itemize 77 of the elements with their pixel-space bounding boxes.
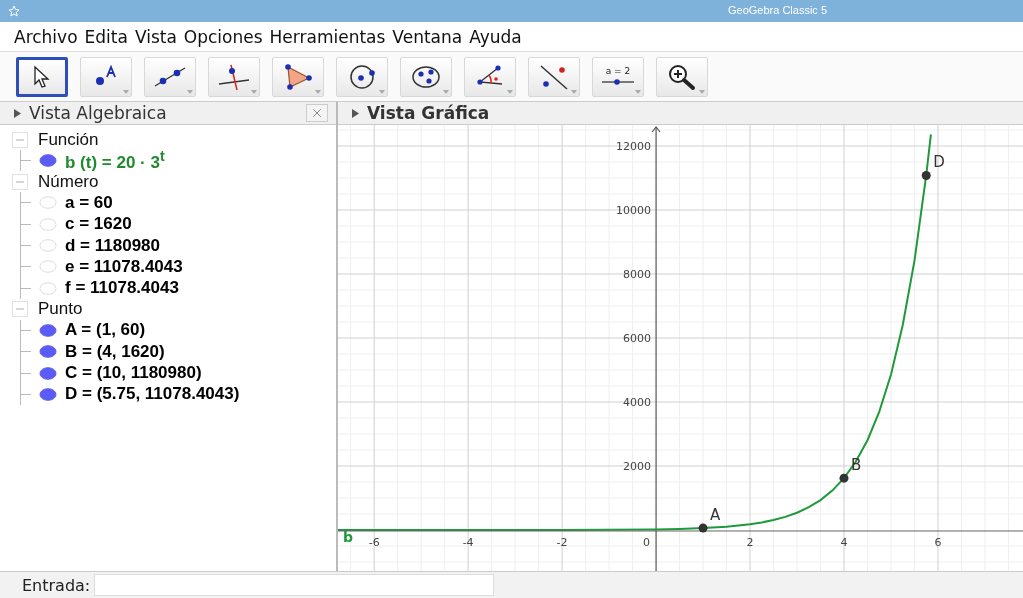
algebra-entry[interactable]: c = 1620 <box>65 214 132 235</box>
algebra-entry[interactable]: A = (1, 60) <box>65 320 146 341</box>
close-icon <box>310 106 324 120</box>
collapse-toggle[interactable] <box>12 301 28 318</box>
group-label: Número <box>38 171 99 192</box>
triangle-icon <box>282 63 314 90</box>
algebra-entry[interactable]: a = 60 <box>65 192 113 213</box>
close-button[interactable] <box>306 104 328 122</box>
menu-item[interactable]: Herramientas <box>269 26 386 47</box>
input-label: Entrada: <box>22 575 91 595</box>
y-tick-label: 10000 <box>616 204 652 217</box>
group-label: Punto <box>38 299 83 320</box>
caret-icon <box>699 89 705 94</box>
point-label: B <box>851 456 862 475</box>
tool-button[interactable]: a = 2 <box>592 56 644 97</box>
star-icon <box>8 5 20 17</box>
algebra-entry[interactable]: C = (10, 1180980) <box>65 363 202 383</box>
caret-icon <box>123 89 129 94</box>
visibility-dot-icon[interactable] <box>39 323 57 337</box>
menu-item[interactable]: Edita <box>84 26 128 47</box>
x-tick-label: 2 <box>746 536 754 549</box>
zoom-in-icon <box>667 62 697 91</box>
x-tick-label: -2 <box>556 536 568 549</box>
y-tick-label: 4000 <box>623 396 652 409</box>
menu-item[interactable]: Ayuda <box>469 26 522 47</box>
ellipse-icon <box>410 63 442 90</box>
algebra-entry[interactable]: e = 11078.4043 <box>65 256 183 277</box>
perpendicular-lines-icon <box>217 62 251 91</box>
x-tick-label: 6 <box>934 536 942 549</box>
collapse-toggle[interactable] <box>12 173 28 190</box>
triangle-right-icon[interactable] <box>14 108 21 118</box>
point-marker[interactable] <box>839 473 849 483</box>
menu-item[interactable]: Ventana <box>392 26 463 47</box>
origin-label: 0 <box>643 536 651 549</box>
caret-icon <box>507 89 513 94</box>
caret-icon <box>443 89 449 94</box>
menu-item[interactable]: Opciones <box>183 26 263 47</box>
visibility-dot-icon[interactable] <box>39 345 57 359</box>
algebra-entry[interactable]: f = 11078.4043 <box>65 278 179 299</box>
caret-icon <box>251 89 257 94</box>
caret-icon <box>571 89 577 94</box>
caret-icon <box>635 89 641 94</box>
menu-item[interactable]: Vista <box>134 26 177 47</box>
input-field[interactable] <box>94 574 495 596</box>
circle-icon <box>347 63 377 90</box>
collapse-toggle[interactable] <box>12 131 28 148</box>
y-tick-label: 8000 <box>623 268 652 281</box>
panel-title: Vista Gráfica <box>367 103 491 123</box>
visibility-dot-icon[interactable] <box>39 154 57 168</box>
triangle-right-icon[interactable] <box>352 108 359 118</box>
y-tick-label: 12000 <box>616 140 652 153</box>
visibility-dot-icon[interactable] <box>39 366 57 380</box>
group-label: Función <box>38 129 99 150</box>
x-tick-label: -6 <box>368 536 380 549</box>
tool-button[interactable] <box>16 56 68 97</box>
window-title: GeoGebra Classic 5 <box>728 4 828 16</box>
algebra-entry[interactable]: d = 1180980 <box>65 235 160 256</box>
visibility-dot-icon[interactable] <box>39 387 57 401</box>
reflection-icon <box>538 62 570 91</box>
algebra-entry[interactable]: b (t) = 20 · 3$^{t}$ <box>65 148 165 173</box>
caret-icon <box>187 89 193 94</box>
menu-item[interactable]: Archivo <box>14 26 78 47</box>
point-marker[interactable] <box>698 523 708 533</box>
graph-canvas[interactable]: -6 -4 -2 0 2 4 6 2000 4000 6000 8000 10000 12000 b A B D <box>338 125 1023 571</box>
caret-icon <box>315 89 321 94</box>
y-tick-label: 6000 <box>623 332 652 345</box>
x-tick-label: -4 <box>462 536 474 549</box>
caret-icon <box>379 89 385 94</box>
point-marker[interactable] <box>921 171 931 180</box>
curve-label: b <box>343 529 354 545</box>
algebra-entry[interactable]: B = (4, 1620) <box>65 341 165 362</box>
point-label: A <box>710 506 721 525</box>
x-tick-label: 4 <box>840 536 848 549</box>
point-label: D <box>933 153 945 172</box>
panel-title: Vista Algebraica <box>29 103 168 123</box>
y-tick-label: 2000 <box>623 460 652 473</box>
algebra-entry[interactable]: D = (5.75, 11078.4043) <box>65 384 240 405</box>
